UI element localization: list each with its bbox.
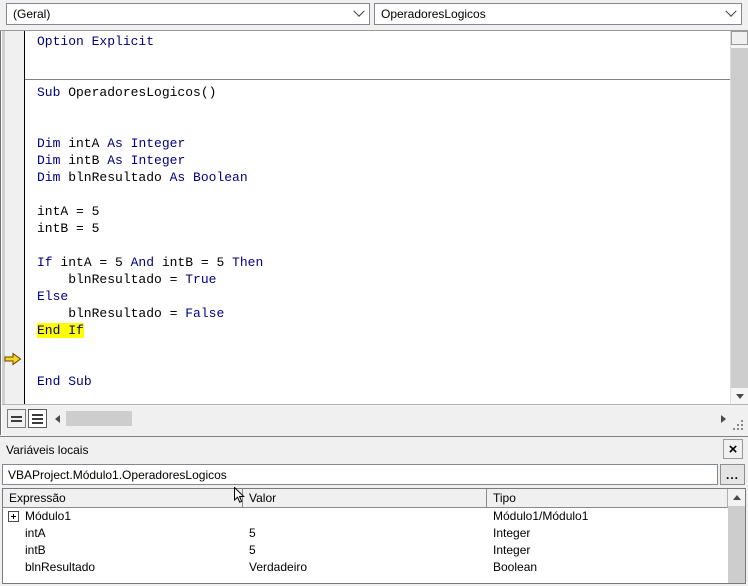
locals-scroll-up-button[interactable] — [728, 489, 745, 506]
code-window-toolbar: (Geral) OperadoresLogicos — [0, 0, 748, 30]
code-vertical-scrollbar[interactable] — [730, 31, 748, 405]
cell-value: 5 — [249, 526, 256, 540]
code-pane-inner: Option Explicit Sub OperadoresLogicos() … — [0, 31, 748, 435]
code-line: Dim blnResultado As Boolean — [37, 170, 248, 185]
cell-value: 5 — [249, 543, 256, 557]
locals-grid: Expressão Valor Tipo Módulo1 Módulo1/Módu… — [2, 488, 746, 584]
full-module-view-icon[interactable] — [28, 409, 47, 428]
code-vscroll-thumb[interactable] — [731, 31, 748, 45]
column-header-value[interactable]: Valor — [243, 489, 487, 507]
cell-expression: intB — [25, 543, 46, 557]
scroll-right-button[interactable] — [716, 410, 731, 427]
table-row[interactable]: intA 5 Integer — [3, 525, 728, 542]
code-line: Dim intB As Integer — [37, 153, 186, 168]
object-combo[interactable]: (Geral) — [6, 3, 370, 25]
cell-type: Boolean — [493, 560, 538, 574]
locals-context-bar: VBAProject.Módulo1.OperadoresLogicos ... — [0, 464, 748, 486]
code-line: Dim intA As Integer — [37, 136, 186, 151]
cell-type: Módulo1/Módulo1 — [493, 509, 589, 523]
code-line: End If — [37, 322, 731, 339]
close-icon[interactable]: × — [723, 439, 743, 459]
cell-type: Integer — [493, 526, 531, 540]
locals-title-bar: Variáveis locais × — [0, 437, 748, 462]
table-row[interactable]: intB 5 Integer — [3, 542, 728, 559]
code-vscroll-track[interactable] — [731, 31, 748, 388]
code-line: Option Explicit — [37, 34, 155, 49]
code-line: intA = 5 — [37, 204, 100, 219]
locals-window-title: Variáveis locais — [6, 442, 89, 457]
cell-value: Verdadeiro — [249, 560, 308, 574]
scroll-left-button[interactable] — [50, 410, 65, 427]
cell-type: Integer — [493, 543, 531, 557]
locals-context-path[interactable]: VBAProject.Módulo1.OperadoresLogicos — [2, 464, 718, 485]
locals-grid-body: Módulo1 Módulo1/Módulo1 intA 5 Integer intB 5 I… — [3, 508, 728, 583]
yellow-right-arrow-icon — [4, 352, 22, 366]
locals-window: Variáveis locais × VBAProject.Módulo1.Op… — [0, 436, 748, 586]
expand-plus-icon[interactable] — [8, 511, 19, 522]
code-margin-indicator-bar[interactable] — [2, 31, 25, 435]
scroll-down-button[interactable] — [731, 388, 748, 405]
code-line: End Sub — [37, 374, 92, 389]
vba-editor-window: (Geral) OperadoresLogicos Option Explici… — [0, 0, 748, 586]
code-line: If intA = 5 And intB = 5 Then — [37, 255, 264, 270]
code-line: intB = 5 — [37, 221, 100, 236]
cell-expression: blnResultado — [25, 560, 96, 574]
code-pane-bottom-bar — [2, 404, 748, 435]
column-header-type[interactable]: Tipo — [487, 489, 728, 507]
code-horizontal-scrollbar[interactable] — [50, 410, 731, 428]
object-combo-value: (Geral) — [13, 7, 51, 21]
code-pane: Option Explicit Sub OperadoresLogicos() … — [0, 30, 748, 435]
code-line: blnResultado = False — [37, 306, 225, 321]
locals-vertical-scrollbar[interactable] — [727, 489, 745, 583]
procedure-combo-value: OperadoresLogicos — [381, 7, 486, 21]
resize-grip-icon[interactable] — [733, 420, 745, 432]
procedure-view-icon[interactable] — [7, 409, 26, 428]
code-source-text: Option Explicit Sub OperadoresLogicos() … — [25, 33, 731, 390]
code-line: blnResultado = True — [37, 272, 217, 287]
cell-expression: Módulo1 — [3, 508, 243, 525]
call-stack-ellipsis-button[interactable]: ... — [720, 464, 745, 485]
code-line: Sub OperadoresLogicos() — [37, 85, 217, 100]
code-text-area[interactable]: Option Explicit Sub OperadoresLogicos() … — [25, 31, 731, 405]
locals-grid-header: Expressão Valor Tipo — [3, 489, 745, 508]
procedure-combo[interactable]: OperadoresLogicos — [374, 3, 742, 25]
margin-gutter-stripe — [2, 31, 5, 435]
declaration-separator-line — [25, 79, 731, 80]
table-row[interactable]: blnResultado Verdadeiro Boolean — [3, 559, 728, 576]
cell-expression: intA — [25, 526, 46, 540]
code-hscroll-thumb[interactable] — [66, 411, 132, 426]
chevron-down-icon[interactable] — [349, 4, 369, 24]
code-line: Else — [37, 289, 69, 304]
cell-value — [243, 508, 487, 525]
chevron-down-icon[interactable] — [721, 4, 741, 24]
table-row[interactable]: Módulo1 Módulo1/Módulo1 — [3, 508, 728, 525]
current-execution-line: End If — [37, 323, 84, 338]
column-header-expression[interactable]: Expressão — [3, 489, 243, 507]
